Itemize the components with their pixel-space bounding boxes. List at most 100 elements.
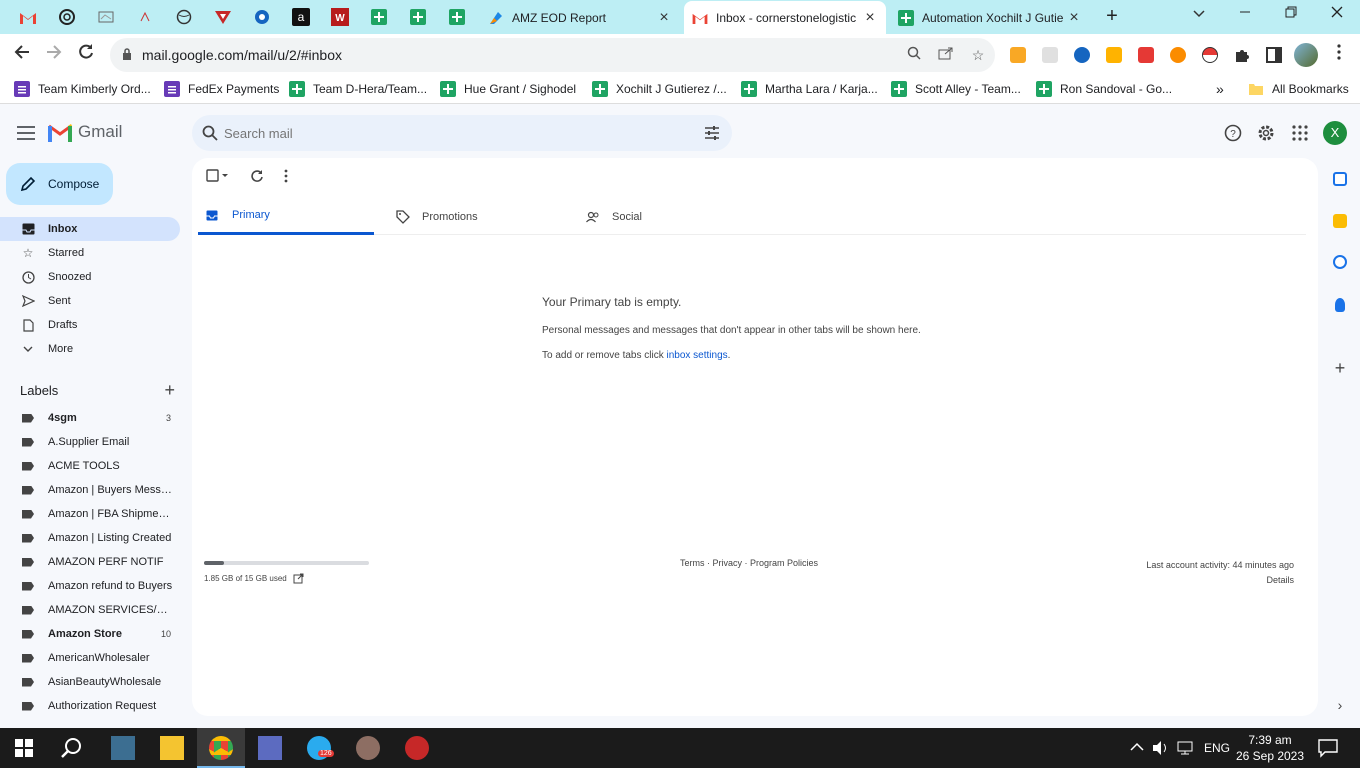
sidebar-item-sent[interactable]: Sent — [0, 289, 180, 313]
close-tab-icon[interactable]: × — [1066, 9, 1082, 27]
system-clock[interactable]: 7:39 am 26 Sep 2023 — [1232, 732, 1308, 764]
pinned-tab-w[interactable]: W — [328, 5, 352, 29]
label-item[interactable]: AMAZON SERVICES/PAY... — [0, 598, 180, 622]
extension-alert-icon[interactable] — [1138, 47, 1154, 63]
pinned-tab-openai[interactable] — [55, 5, 79, 29]
bookmark-item[interactable]: Scott Alley - Team... — [891, 81, 1021, 97]
footer-links[interactable]: Terms · Privacy · Program Policies — [680, 558, 818, 568]
label-item[interactable]: Amazon | Listing Created — [0, 526, 180, 550]
bookmarks-overflow-button[interactable]: » — [1216, 81, 1224, 97]
show-hidden-icons[interactable] — [1130, 742, 1154, 766]
search-options-icon[interactable] — [704, 125, 720, 141]
label-item[interactable]: AsianBeautyWholesale — [0, 670, 180, 694]
pinned-tab-sheets-2[interactable] — [406, 5, 430, 29]
tab-social[interactable]: Social — [578, 198, 754, 235]
sidebar-item-snoozed[interactable]: Snoozed — [0, 265, 180, 289]
side-panel-icon[interactable] — [1266, 47, 1282, 63]
apps-grid-icon[interactable] — [1290, 123, 1310, 143]
main-menu-button[interactable] — [14, 122, 38, 146]
file-explorer-icon[interactable] — [160, 736, 184, 760]
search-input[interactable] — [224, 123, 684, 143]
notifications-icon[interactable] — [1318, 739, 1342, 763]
pinned-tab-7[interactable] — [250, 5, 274, 29]
bookmark-star-icon[interactable]: ☆ — [968, 45, 988, 65]
bookmark-item[interactable]: Ron Sandoval - Go... — [1036, 81, 1172, 97]
extension-loom-icon[interactable] — [1042, 47, 1058, 63]
extension-lifebuoy-icon[interactable] — [1074, 47, 1090, 63]
label-item[interactable]: ACME TOOLS — [0, 454, 180, 478]
bookmark-item[interactable]: Xochilt J Gutierez /... — [592, 81, 727, 97]
address-bar[interactable]: mail.google.com/mail/u/2/#inbox ☆ — [110, 38, 995, 72]
create-label-button[interactable]: + — [164, 380, 175, 401]
open-in-new-icon[interactable] — [293, 573, 304, 584]
label-item[interactable]: Amazon | FBA Shipments — [0, 502, 180, 526]
tab-primary[interactable]: Primary — [198, 198, 374, 235]
refresh-button[interactable] — [250, 166, 264, 186]
pinned-tab-sheets-1[interactable] — [367, 5, 391, 29]
forward-button[interactable] — [42, 43, 66, 67]
restore-button[interactable] — [1279, 5, 1303, 27]
windows-start-icon[interactable] — [13, 736, 37, 760]
bookmark-item[interactable]: FedEx Payments — [164, 81, 279, 97]
share-icon[interactable] — [936, 45, 956, 65]
chrome-menu-button[interactable] — [1327, 43, 1351, 67]
sidebar-item-drafts[interactable]: Drafts — [0, 313, 180, 337]
pinned-tab-6[interactable] — [211, 5, 235, 29]
volume-icon[interactable] — [1152, 740, 1176, 764]
bookmark-item[interactable]: Martha Lara / Karja... — [741, 81, 878, 97]
calendar-icon[interactable] — [1333, 172, 1347, 186]
compose-button[interactable]: Compose — [6, 163, 113, 205]
sidebar-item-inbox[interactable]: Inbox — [0, 217, 180, 241]
bookmark-item[interactable]: Team Kimberly Ord... — [14, 81, 151, 97]
close-tab-icon[interactable]: × — [862, 9, 878, 27]
bookmark-item[interactable]: Team D-Hera/Team... — [289, 81, 427, 97]
paint-icon[interactable] — [356, 736, 380, 760]
inbox-settings-link[interactable]: inbox settings — [667, 350, 728, 361]
pinned-tab-amazon[interactable]: a — [289, 5, 313, 29]
new-tab-button[interactable]: + — [1100, 5, 1124, 27]
chrome-icon[interactable] — [209, 736, 233, 760]
contacts-icon[interactable] — [1335, 298, 1345, 312]
sidebar-item-starred[interactable]: ☆ Starred — [0, 241, 180, 265]
all-bookmarks[interactable]: All Bookmarks — [1248, 81, 1349, 97]
extension-boost-icon[interactable] — [1106, 47, 1122, 63]
close-window-button[interactable] — [1325, 5, 1349, 27]
extension-firefox-icon[interactable] — [1170, 47, 1186, 63]
minimize-button[interactable] — [1233, 5, 1257, 27]
tasks-icon[interactable] — [1333, 255, 1347, 269]
tab-automation[interactable]: Automation Xochilt J Gutie × — [890, 1, 1090, 34]
account-avatar[interactable]: X — [1323, 121, 1347, 145]
zoom-icon[interactable] — [904, 45, 924, 65]
gmail-logo[interactable]: Gmail — [48, 122, 122, 142]
details-link[interactable]: Details — [1146, 573, 1294, 588]
search-icon[interactable] — [202, 125, 218, 141]
more-actions-button[interactable] — [284, 166, 288, 186]
label-item[interactable]: AmericanWholesaler — [0, 646, 180, 670]
bookmark-item[interactable]: Hue Grant / Sighodel — [440, 81, 576, 97]
sidebar-item-more[interactable]: More — [0, 337, 180, 361]
label-item[interactable]: Amazon refund to Buyers — [0, 574, 180, 598]
chevron-right-icon[interactable]: › — [1333, 698, 1347, 712]
pinned-tab-3[interactable] — [94, 5, 118, 29]
select-all-checkbox[interactable] — [206, 166, 230, 186]
pinned-tab-4[interactable] — [133, 5, 157, 29]
keep-icon[interactable] — [1333, 214, 1347, 228]
back-button[interactable] — [10, 43, 34, 67]
network-icon[interactable] — [1176, 740, 1200, 764]
pinned-tab-sheets-3[interactable] — [445, 5, 469, 29]
telegram-icon[interactable]: 126 — [307, 736, 334, 760]
reload-button[interactable] — [74, 43, 98, 67]
tab-amz-eod-report[interactable]: AMZ EOD Report × — [480, 1, 680, 34]
label-item[interactable]: A.Supplier Email — [0, 430, 180, 454]
pinned-tab-gmail[interactable] — [16, 5, 40, 29]
label-item[interactable]: Amazon Store 10 — [0, 622, 180, 646]
pc-icon[interactable] — [111, 736, 135, 760]
extension-cookie-icon[interactable] — [1010, 47, 1026, 63]
help-icon[interactable]: ? — [1223, 123, 1243, 143]
close-tab-icon[interactable]: × — [656, 9, 672, 27]
profile-avatar-icon[interactable] — [1294, 43, 1318, 67]
tab-inbox[interactable]: Inbox - cornerstonelogistic × — [684, 1, 886, 34]
calculator-icon[interactable] — [258, 736, 282, 760]
pinned-tab-5[interactable] — [172, 5, 196, 29]
get-addons-icon[interactable]: + — [1333, 359, 1347, 377]
